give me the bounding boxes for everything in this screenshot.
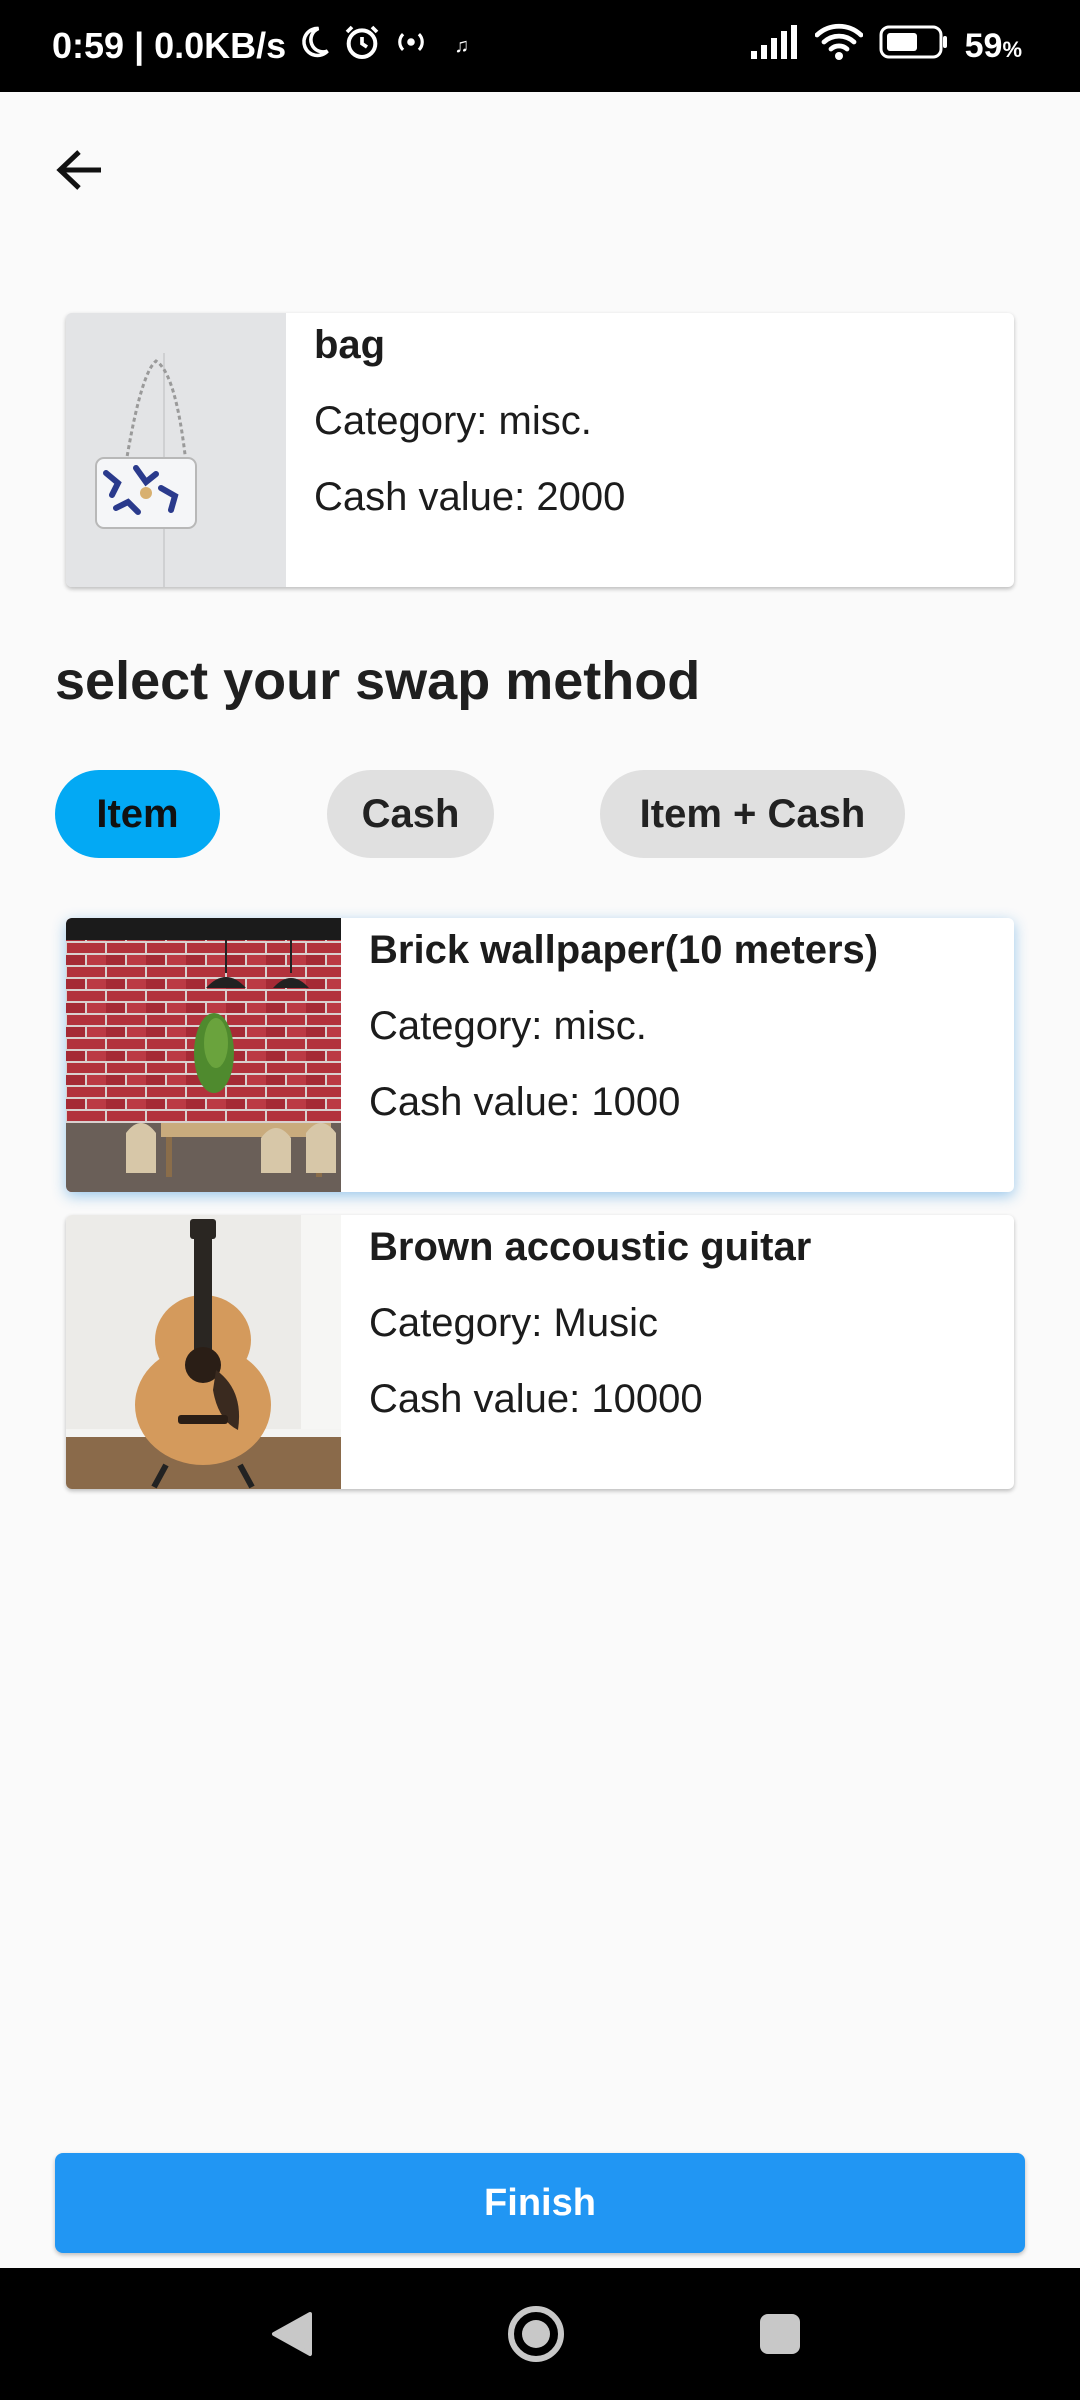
- chip-item-cash[interactable]: Item + Cash: [600, 770, 905, 858]
- battery-icon: [879, 24, 949, 69]
- chip-cash[interactable]: Cash: [327, 770, 494, 858]
- hotspot-icon: [392, 23, 430, 70]
- item-category: Category: Music: [369, 1301, 658, 1345]
- brick-wallpaper-image: [66, 918, 341, 1192]
- battery-percent: 59: [964, 26, 1003, 65]
- list-item[interactable]: Brown accoustic guitar Category: Music C…: [66, 1215, 1014, 1489]
- chip-item[interactable]: Item: [55, 770, 220, 858]
- item-cash-value: Cash value: 10000: [369, 1377, 703, 1421]
- nav-back-button[interactable]: [242, 2268, 342, 2400]
- main-item-card: bag Category: misc. Cash value: 2000: [66, 313, 1014, 587]
- swap-method-heading: select your swap method: [55, 651, 701, 711]
- moon-icon: [296, 24, 332, 69]
- navigation-bar: [0, 2268, 1080, 2400]
- main-item-name: bag: [314, 323, 386, 367]
- status-network-speed: | 0.0KB/s: [134, 25, 287, 66]
- main-item-category: Category: misc.: [314, 399, 592, 443]
- home-circle-icon: [508, 2306, 564, 2362]
- status-time: 0:59: [52, 25, 125, 66]
- signal-icon: [749, 24, 799, 68]
- status-bar: 0:59 | 0.0KB/s ♫ 59%: [0, 0, 1080, 92]
- nav-home-button[interactable]: [486, 2268, 586, 2400]
- finish-button[interactable]: Finish: [55, 2153, 1025, 2253]
- guitar-image: [66, 1215, 341, 1489]
- main-item-cash-value: Cash value: 2000: [314, 475, 626, 519]
- alarm-icon: [342, 22, 382, 71]
- list-item[interactable]: Brick wallpaper(10 meters) Category: mis…: [66, 918, 1014, 1192]
- item-name: Brick wallpaper(10 meters): [369, 928, 879, 972]
- square-recents-icon: [760, 2314, 800, 2354]
- bag-image: [66, 313, 286, 587]
- triangle-back-icon: [272, 2312, 312, 2356]
- wifi-icon: [814, 23, 864, 70]
- item-name: Brown accoustic guitar: [369, 1225, 812, 1269]
- arrow-left-icon: [56, 150, 101, 190]
- back-button[interactable]: [40, 130, 120, 210]
- item-cash-value: Cash value: 1000: [369, 1080, 681, 1124]
- music-note-icon: ♫: [454, 34, 470, 57]
- nav-recents-button[interactable]: [730, 2268, 830, 2400]
- item-category: Category: misc.: [369, 1004, 647, 1048]
- battery-percent-unit: %: [1002, 36, 1022, 62]
